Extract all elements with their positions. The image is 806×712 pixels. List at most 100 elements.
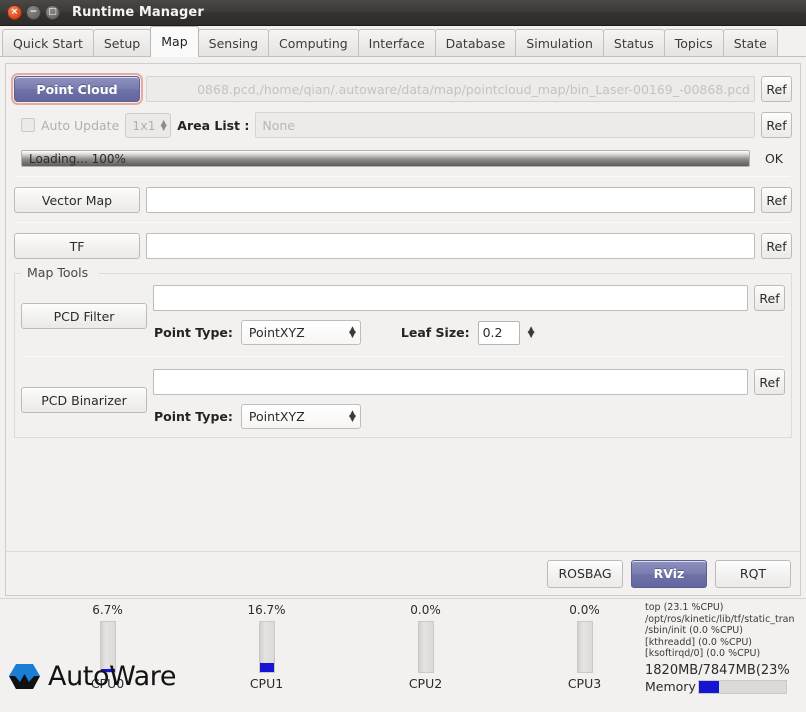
cpu-gauge-1: 16.7% CPU1 [187,603,346,691]
minimize-glyph: − [30,8,38,17]
cpu3-percent: 0.0% [569,603,600,619]
window-title: Runtime Manager [72,5,204,20]
pcd-filter-point-type-select[interactable]: PointXYZ ▲▼ [241,320,361,345]
point-cloud-path-text: 0868.pcd,/home/qian/.autoware/data/map/p… [197,82,750,97]
maximize-glyph: □ [48,8,57,17]
auto-update-label: Auto Update [41,118,119,133]
autoware-logo: AutoWare [8,661,176,692]
area-list-field[interactable]: None [255,112,755,138]
point-cloud-ref-button[interactable]: Ref [761,76,792,102]
area-list-ref-button[interactable]: Ref [761,112,792,138]
vector-map-button[interactable]: Vector Map [14,187,140,213]
process-line-2: /sbin/init (0.0 %CPU) [645,625,806,637]
cpu2-bar [418,621,434,673]
chevron-updown-icon: ▲▼ [349,328,356,338]
pcd-filter-ref-button[interactable]: Ref [754,285,785,311]
process-line-4: [ksoftirqd/0] (0.0 %CPU) [645,648,806,660]
memory-usage-text: 1820MB/7847MB(23% [645,663,790,678]
memory-bar-fill [699,681,719,693]
auto-update-checkbox[interactable] [21,118,35,132]
tab-topics[interactable]: Topics [664,29,724,56]
cpu3-label: CPU3 [568,676,601,691]
tab-sensing[interactable]: Sensing [198,29,269,56]
chevron-updown-icon: ▲▼ [349,412,356,422]
area-list-label: Area List : [177,118,249,133]
vector-map-ref-button[interactable]: Ref [761,187,792,213]
tf-button[interactable]: TF [14,233,140,259]
rviz-button[interactable]: RViz [631,560,707,588]
tab-simulation[interactable]: Simulation [515,29,604,56]
leaf-size-input[interactable]: 0.2 [478,321,520,345]
pcd-filter-point-type-value: PointXYZ [249,325,305,340]
process-line-0: top (23.1 %CPU) [645,602,806,614]
pcd-filter-button[interactable]: PCD Filter [21,303,147,329]
pcd-binarizer-block: PCD Binarizer Ref Point Type: PointXYZ ▲… [21,357,785,429]
tab-quick-start[interactable]: Quick Start [2,29,94,56]
maximize-icon[interactable]: □ [45,5,60,20]
rosbag-button[interactable]: ROSBAG [547,560,623,588]
cpu1-label: CPU1 [250,676,283,691]
cpu1-percent: 16.7% [247,603,285,619]
pcd-binarizer-point-type-value: PointXYZ [249,409,305,424]
loading-progress-text: Loading... 100% [29,151,126,166]
vector-map-path-field[interactable] [146,187,755,213]
tab-setup[interactable]: Setup [93,29,151,56]
memory-bar [698,680,787,694]
window-controls: × − □ [7,5,60,20]
memory-row: Memory [645,679,787,694]
map-tools-group: Map Tools PCD Filter Ref Point Type: Poi… [14,273,792,438]
close-glyph: × [11,8,19,17]
grid-size-stepper[interactable]: 1x1 ▲▼ [125,113,171,138]
point-cloud-path-field[interactable]: 0868.pcd,/home/qian/.autoware/data/map/p… [146,76,755,102]
minimize-icon[interactable]: − [26,5,41,20]
cpu0-percent: 6.7% [92,603,123,619]
pcd-binarizer-button[interactable]: PCD Binarizer [21,387,147,413]
tab-bar: Quick Start Setup Map Sensing Computing … [0,26,806,57]
point-cloud-row: Point Cloud 0868.pcd,/home/qian/.autowar… [14,76,792,102]
map-tools-title: Map Tools [23,265,92,280]
memory-label: Memory [645,679,696,694]
cpu3-bar [577,621,593,673]
cpu-gauge-3: 0.0% CPU3 [505,603,664,691]
pcd-filter-path-field[interactable] [153,285,748,311]
loading-progress-row: Loading... 100% OK [14,150,792,167]
autoware-logo-text: AutoWare [48,661,176,692]
process-list: top (23.1 %CPU) /opt/ros/kinetic/lib/tf/… [645,602,806,660]
pcd-binarizer-point-type-select[interactable]: PointXYZ ▲▼ [241,404,361,429]
cpu1-bar [259,621,275,673]
tab-interface[interactable]: Interface [358,29,436,56]
tab-database[interactable]: Database [435,29,517,56]
chevron-updown-icon: ▲▼ [161,120,167,130]
point-cloud-button[interactable]: Point Cloud [14,76,140,102]
divider-2 [16,222,790,223]
auto-update-row: Auto Update 1x1 ▲▼ Area List : None Ref [14,112,792,138]
tf-path-field[interactable] [146,233,755,259]
cpu2-percent: 0.0% [410,603,441,619]
grid-size-value: 1x1 [132,118,155,133]
pcd-filter-point-type-label: Point Type: [154,325,233,340]
pcd-binarizer-point-type-label: Point Type: [154,409,233,424]
rqt-button[interactable]: RQT [715,560,791,588]
window-titlebar: × − □ Runtime Manager [0,0,806,26]
tab-computing[interactable]: Computing [268,29,359,56]
cpu1-bar-fill [260,663,274,672]
system-monitor: 6.7% CPU0 16.7% CPU1 0.0% CPU2 0.0% CPU3… [0,598,806,694]
pcd-binarizer-ref-button[interactable]: Ref [754,369,785,395]
tf-ref-button[interactable]: Ref [761,233,792,259]
map-panel: Point Cloud 0868.pcd,/home/qian/.autowar… [5,63,801,596]
process-line-1: /opt/ros/kinetic/lib/tf/static_tran [645,614,806,626]
close-icon[interactable]: × [7,5,22,20]
autoware-logo-icon [8,662,41,692]
tab-status[interactable]: Status [603,29,665,56]
vector-map-row: Vector Map Ref [14,187,792,213]
process-line-3: [kthreadd] (0.0 %CPU) [645,637,806,649]
tab-state[interactable]: State [723,29,778,56]
pcd-binarizer-path-field[interactable] [153,369,748,395]
leaf-size-label: Leaf Size: [401,325,470,340]
tf-row: TF Ref [14,233,792,259]
loading-status-label: OK [756,151,792,166]
loading-progress-bar: Loading... 100% [21,150,750,167]
tab-map[interactable]: Map [150,26,198,56]
leaf-size-stepper-icon[interactable]: ▲▼ [528,328,535,338]
divider-1 [16,176,790,177]
